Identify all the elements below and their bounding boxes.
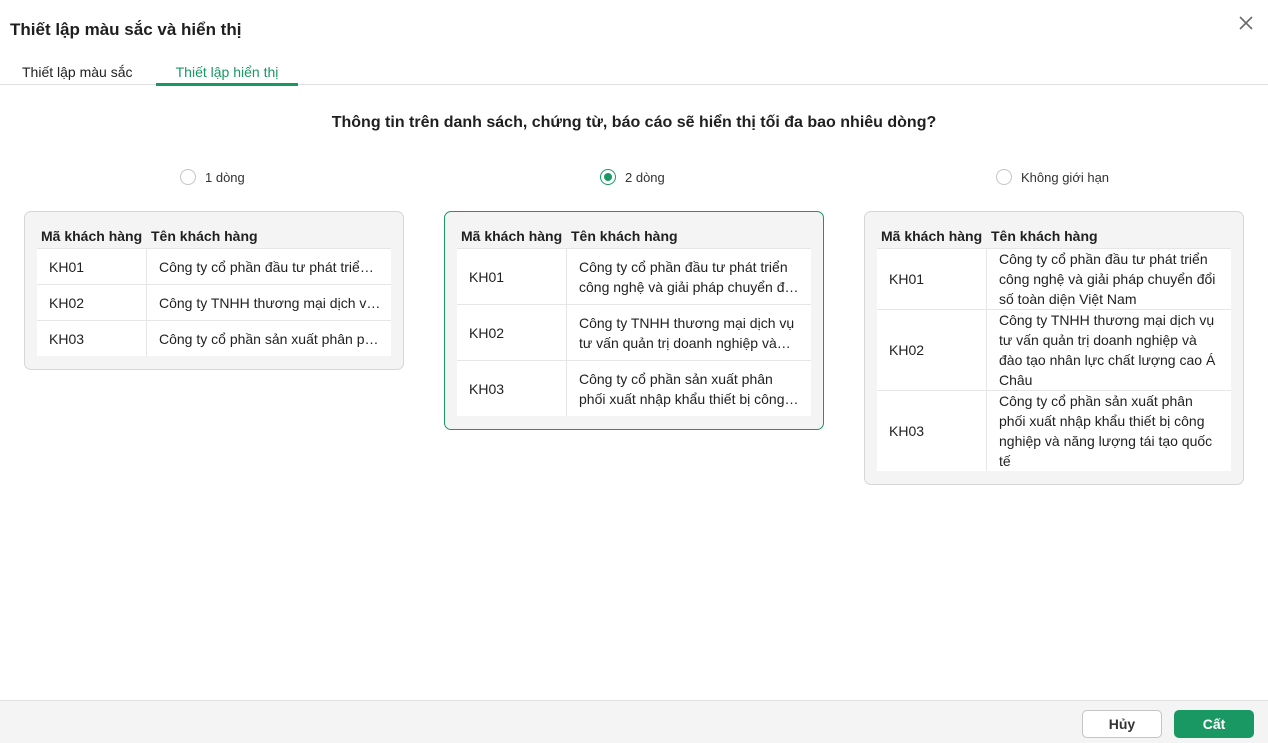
table-row: KH01 Công ty cổ phần đầu tư phát triển c… (457, 248, 811, 304)
radio-button[interactable] (996, 169, 1012, 185)
column-header-name: Tên khách hàng (571, 228, 678, 244)
table-header: Mã khách hàng Tên khách hàng (37, 224, 391, 248)
customer-code: KH01 (37, 249, 147, 284)
customer-code: KH02 (877, 310, 987, 390)
save-button[interactable]: Cất (1174, 710, 1254, 738)
customer-name: Công ty cổ phần đầu tư phát triển công n… (159, 258, 381, 275)
preview-card-unlimited[interactable]: Mã khách hàng Tên khách hàng KH01 Công t… (864, 211, 1244, 485)
preview-table: Mã khách hàng Tên khách hàng KH01 Công t… (37, 224, 391, 356)
option-label: 1 dòng (205, 169, 245, 185)
dialog-title: Thiết lập màu sắc và hiển thị (10, 20, 242, 39)
customer-name: Công ty TNHH thương mại dịch vụ tư vấn q… (999, 312, 1216, 388)
radio-button[interactable] (600, 169, 616, 185)
table-header: Mã khách hàng Tên khách hàng (877, 224, 1231, 248)
column-header-code: Mã khách hàng (461, 228, 563, 244)
column-header-name: Tên khách hàng (991, 228, 1098, 244)
option-1-line[interactable]: 1 dòng (180, 169, 245, 185)
preview-table: Mã khách hàng Tên khách hàng KH01 Công t… (877, 224, 1231, 471)
option-unlimited[interactable]: Không giới hạn (996, 169, 1109, 185)
table-row: KH01 Công ty cổ phần đầu tư phát triển c… (877, 248, 1231, 309)
dialog-header: Thiết lập màu sắc và hiển thị (0, 0, 1268, 60)
tab-display-settings[interactable]: Thiết lập hiển thị (156, 64, 298, 86)
table-row: KH02 Công ty TNHH thương mại dịch vụ tư … (457, 304, 811, 360)
preview-table: Mã khách hàng Tên khách hàng KH01 Công t… (457, 224, 811, 416)
question-text: Thông tin trên danh sách, chứng từ, báo … (331, 114, 937, 131)
customer-name: Công ty TNHH thương mại dịch vụ tư vấn q… (159, 294, 381, 311)
radio-button[interactable] (180, 169, 196, 185)
customer-name: Công ty cổ phần đầu tư phát triển công n… (579, 258, 796, 295)
column-header-code: Mã khách hàng (41, 228, 143, 244)
table-row: KH03 Công ty cổ phần sản xuất phân phối … (457, 360, 811, 416)
table-row: KH03 Công ty cổ phần sản xuất phân phối … (877, 390, 1231, 471)
tab-color-settings[interactable]: Thiết lập màu sắc (22, 64, 133, 85)
customer-code: KH03 (877, 391, 987, 471)
table-row: KH01 Công ty cổ phần đầu tư phát triển c… (37, 248, 391, 284)
cancel-button[interactable]: Hủy (1082, 710, 1162, 738)
column-header-code: Mã khách hàng (881, 228, 983, 244)
customer-code: KH02 (457, 305, 567, 360)
customer-code: KH01 (877, 249, 987, 309)
table-row: KH02 Công ty TNHH thương mại dịch vụ tư … (877, 309, 1231, 390)
tab-bar: Thiết lập màu sắc Thiết lập hiển thị (0, 60, 1268, 86)
customer-code: KH01 (457, 249, 567, 304)
close-icon[interactable] (1236, 13, 1256, 33)
customer-name: Công ty cổ phần sản xuất phân phối xuất … (999, 393, 1213, 469)
customer-name: Công ty cổ phần sản xuất phân phối xuất … (579, 370, 785, 407)
customer-name: Công ty TNHH thương mại dịch vụ tư vấn q… (579, 314, 795, 351)
option-label: 2 dòng (625, 169, 665, 185)
table-row: KH02 Công ty TNHH thương mại dịch vụ tư … (37, 284, 391, 320)
option-2-lines[interactable]: 2 dòng (600, 169, 665, 185)
customer-code: KH03 (457, 361, 567, 416)
customer-name: Công ty cổ phần đầu tư phát triển công n… (999, 251, 1216, 307)
column-header-name: Tên khách hàng (151, 228, 258, 244)
customer-code: KH02 (37, 285, 147, 320)
preview-card-1-line[interactable]: Mã khách hàng Tên khách hàng KH01 Công t… (24, 211, 404, 370)
preview-card-2-lines[interactable]: Mã khách hàng Tên khách hàng KH01 Công t… (444, 211, 824, 430)
option-label: Không giới hạn (1021, 169, 1110, 185)
customer-code: KH03 (37, 321, 147, 356)
table-row: KH03 Công ty cổ phần sản xuất phân phối … (37, 320, 391, 356)
dialog-footer: Hủy Cất (0, 700, 1268, 743)
customer-name: Công ty cổ phần sản xuất phân phối xuất … (159, 330, 381, 347)
table-header: Mã khách hàng Tên khách hàng (457, 224, 811, 248)
